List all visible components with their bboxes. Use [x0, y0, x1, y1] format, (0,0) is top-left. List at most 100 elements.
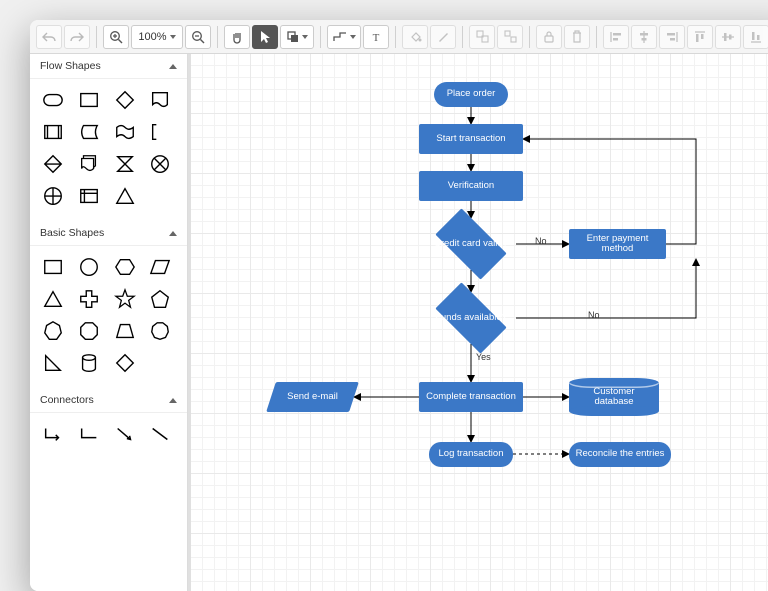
connector-orth[interactable]: [76, 421, 102, 447]
align-right-button[interactable]: [659, 25, 685, 49]
zoom-out-button[interactable]: [185, 25, 211, 49]
shape-cylinder[interactable]: [76, 350, 102, 376]
shape-star[interactable]: [112, 286, 138, 312]
redo-button[interactable]: [64, 25, 90, 49]
shape-collate[interactable]: [112, 151, 138, 177]
align-left-button[interactable]: [603, 25, 629, 49]
chevron-up-icon: [169, 231, 177, 236]
sep: [217, 26, 218, 48]
shape-multidoc[interactable]: [76, 151, 102, 177]
node-enter-payment[interactable]: Enter payment method: [569, 229, 666, 259]
section-title: Connectors: [40, 394, 94, 406]
stroke-button[interactable]: [430, 25, 456, 49]
shape-paper-tape[interactable]: [112, 119, 138, 145]
shape-extract[interactable]: [112, 183, 138, 209]
chevron-up-icon: [169, 398, 177, 403]
align-top-button[interactable]: [687, 25, 713, 49]
connector-straight[interactable]: [147, 421, 173, 447]
sidebar: Flow Shapes Basic Shapes: [30, 54, 188, 591]
node-log-transaction[interactable]: Log transaction: [429, 442, 513, 467]
node-send-email[interactable]: Send e-mail: [271, 382, 354, 412]
delete-button[interactable]: [564, 25, 590, 49]
text-tool-button[interactable]: T: [363, 25, 389, 49]
shape-plus[interactable]: [76, 286, 102, 312]
ungroup-button[interactable]: [497, 25, 523, 49]
chevron-down-icon: [302, 35, 308, 39]
sep: [462, 26, 463, 48]
shape-stored-data[interactable]: [76, 119, 102, 145]
section-title: Flow Shapes: [40, 60, 101, 72]
shape-or[interactable]: [40, 183, 66, 209]
zoom-value: 100%: [138, 31, 166, 43]
node-complete-transaction[interactable]: Complete transaction: [419, 382, 523, 412]
flow-shapes-grid: [30, 79, 187, 221]
shape-sort[interactable]: [40, 151, 66, 177]
shape-process[interactable]: [76, 87, 102, 113]
align-bottom-button[interactable]: [743, 25, 768, 49]
sep: [596, 26, 597, 48]
app-frame: 100% T Flow Shapes: [30, 20, 768, 591]
shape-summing[interactable]: [147, 151, 173, 177]
shape-pentagon[interactable]: [147, 286, 173, 312]
shape-diamond[interactable]: [112, 350, 138, 376]
connector-tool-button[interactable]: [327, 25, 361, 49]
sep: [320, 26, 321, 48]
shape-trapezoid[interactable]: [112, 318, 138, 344]
edge-label-no: No: [533, 236, 549, 246]
node-customer-database[interactable]: Customer database: [569, 378, 659, 416]
shape-triangle[interactable]: [40, 286, 66, 312]
section-title: Basic Shapes: [40, 227, 104, 239]
node-place-order[interactable]: Place order: [434, 82, 508, 107]
shape-internal-storage[interactable]: [76, 183, 102, 209]
body: Flow Shapes Basic Shapes: [30, 54, 768, 591]
shape-document[interactable]: [147, 87, 173, 113]
undo-button[interactable]: [36, 25, 62, 49]
svg-text:T: T: [373, 32, 380, 43]
fill-button[interactable]: [402, 25, 428, 49]
shape-rectangle[interactable]: [40, 254, 66, 280]
section-header-flow[interactable]: Flow Shapes: [30, 54, 187, 79]
shape-decagon[interactable]: [147, 318, 173, 344]
shape-annotation[interactable]: [147, 119, 173, 145]
node-start-transaction[interactable]: Start transaction: [419, 124, 523, 154]
node-verification[interactable]: Verification: [419, 171, 523, 201]
sep: [529, 26, 530, 48]
sep: [96, 26, 97, 48]
edge-label-yes: Yes: [474, 352, 493, 362]
shape-decision[interactable]: [112, 87, 138, 113]
section-header-connectors[interactable]: Connectors: [30, 388, 187, 413]
chevron-up-icon: [169, 64, 177, 69]
shape-hexagon[interactable]: [112, 254, 138, 280]
canvas[interactable]: Place order Start transaction Verificati…: [188, 54, 768, 591]
node-reconcile[interactable]: Reconcile the entries: [569, 442, 671, 467]
shape-predefined[interactable]: [40, 119, 66, 145]
group-button[interactable]: [469, 25, 495, 49]
sep: [395, 26, 396, 48]
align-middle-button[interactable]: [715, 25, 741, 49]
flow-diagram: Place order Start transaction Verificati…: [191, 54, 768, 591]
shape-octagon[interactable]: [76, 318, 102, 344]
chevron-down-icon: [170, 35, 176, 39]
connector-straight-arrow[interactable]: [112, 421, 138, 447]
align-center-button[interactable]: [631, 25, 657, 49]
shape-tool-button[interactable]: [280, 25, 314, 49]
lock-button[interactable]: [536, 25, 562, 49]
toolbar: 100% T: [30, 20, 768, 54]
shape-terminator[interactable]: [40, 87, 66, 113]
connector-orth-arrow[interactable]: [40, 421, 66, 447]
shape-parallelogram[interactable]: [147, 254, 173, 280]
section-header-basic[interactable]: Basic Shapes: [30, 221, 187, 246]
edge-label-no: No: [586, 310, 602, 320]
node-credit-valid[interactable]: Credit card valid?: [426, 218, 516, 270]
zoom-select[interactable]: 100%: [131, 25, 183, 49]
connectors-grid: [30, 413, 187, 459]
shape-ellipse[interactable]: [76, 254, 102, 280]
node-funds-available[interactable]: Funds available?: [426, 292, 516, 344]
basic-shapes-grid: [30, 246, 187, 388]
chevron-down-icon: [350, 35, 356, 39]
shape-heptagon[interactable]: [40, 318, 66, 344]
zoom-in-button[interactable]: [103, 25, 129, 49]
pan-tool-button[interactable]: [224, 25, 250, 49]
shape-right-triangle[interactable]: [40, 350, 66, 376]
select-tool-button[interactable]: [252, 25, 278, 49]
